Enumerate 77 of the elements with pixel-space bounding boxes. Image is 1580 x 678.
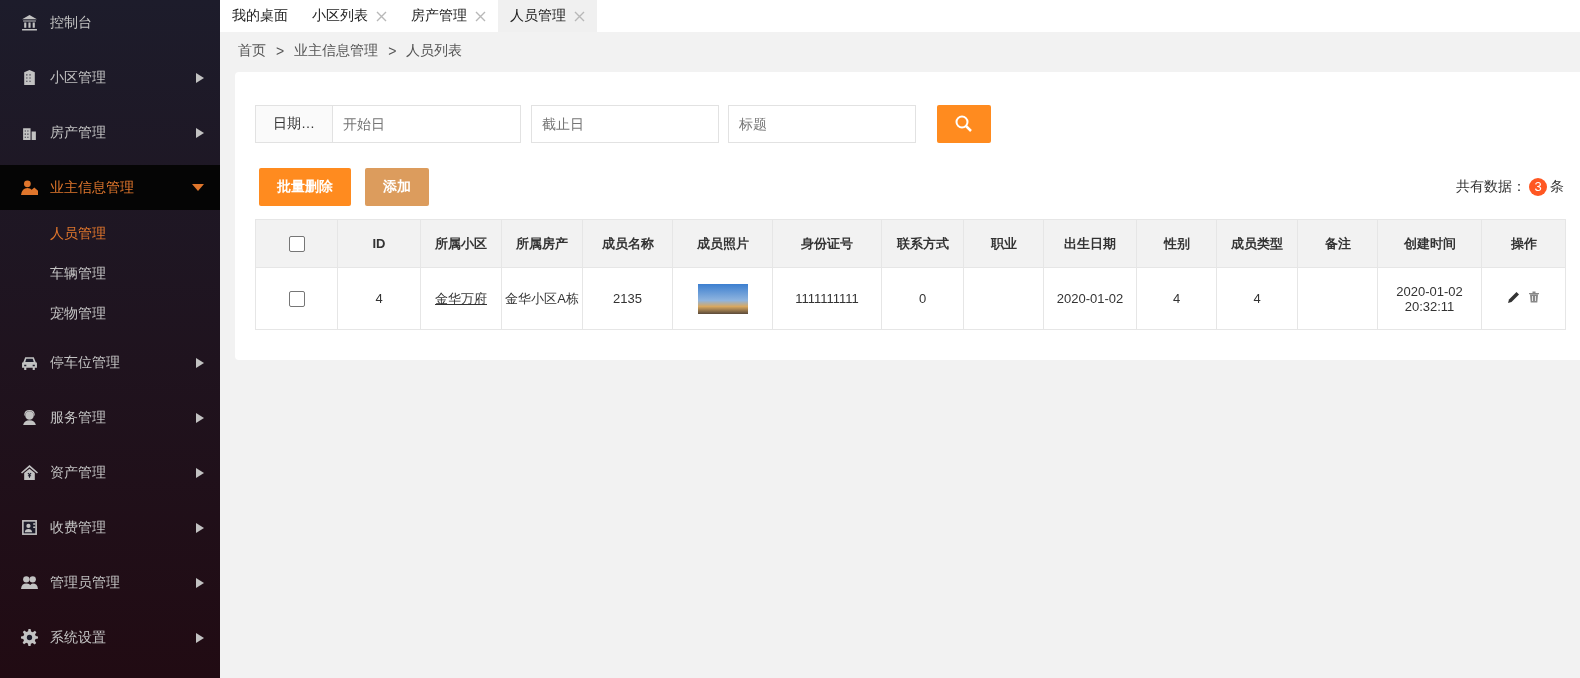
row-checkbox[interactable]: [288, 290, 305, 307]
caret-right-icon: [196, 72, 204, 83]
breadcrumb-link[interactable]: 业主信息管理: [294, 42, 379, 60]
table-cell: 1111111111: [795, 291, 859, 306]
breadcrumb-separator: >: [276, 43, 285, 59]
table-cell: 2020-01-02 20:32:11: [1396, 283, 1463, 314]
column-header: 创建时间: [1403, 235, 1456, 251]
bank-icon: [21, 14, 38, 31]
search-button[interactable]: [937, 105, 991, 143]
caret-right-icon: [196, 412, 204, 423]
date-label: 日期…: [255, 105, 333, 143]
column-header: 备注: [1324, 235, 1351, 251]
column-header: 所属房产: [516, 235, 568, 251]
sidebar-item[interactable]: 业主信息管理: [0, 165, 220, 210]
table-cell: 2135: [613, 291, 642, 306]
close-icon[interactable]: [376, 10, 387, 22]
photo-placeholder: [697, 283, 748, 314]
table-cell: 4: [1253, 291, 1261, 306]
column-header: ID: [372, 236, 386, 251]
count-badge: 3: [1529, 178, 1547, 196]
edit-icon[interactable]: [1507, 291, 1520, 303]
column-header: 成员照片: [696, 235, 749, 251]
close-icon[interactable]: [475, 10, 486, 22]
column-header: 成员名称: [601, 235, 654, 251]
input-field[interactable]: 截止日: [531, 105, 719, 143]
breadcrumb-link[interactable]: 人员列表: [406, 42, 463, 60]
sidebar-item[interactable]: 收费管理: [0, 505, 220, 550]
sidebar-item[interactable]: 控制台: [0, 0, 220, 45]
column-header: 出生日期: [1064, 235, 1116, 251]
column-header: 职业: [990, 235, 1017, 251]
caret-right-icon: [196, 467, 204, 478]
community-link[interactable]: 金华万府: [435, 290, 487, 306]
column-header: 成员类型: [1231, 235, 1283, 251]
breadcrumb-separator: >: [388, 43, 397, 59]
caret-right-icon: [196, 127, 204, 138]
total-unit: 条: [1550, 178, 1564, 196]
car-icon: [21, 354, 38, 371]
column-header: 性别: [1163, 235, 1190, 251]
tab[interactable]: 人员管理: [498, 0, 597, 32]
table-cell: 0: [918, 291, 927, 306]
caret-right-icon: [196, 577, 204, 588]
table-cell: 4: [1172, 291, 1181, 306]
caret-right-icon: [196, 522, 204, 533]
sidebar-item[interactable]: 房产管理: [0, 110, 220, 155]
select-all-checkbox[interactable]: [288, 235, 305, 252]
column-header: 操作: [1510, 235, 1537, 251]
column-header: 身份证号: [801, 235, 853, 251]
headset-person-icon: [21, 409, 38, 426]
contact-card-icon: [21, 519, 38, 536]
submenu-item[interactable]: 车辆管理: [0, 253, 220, 293]
table-cell: 金华小区A栋: [505, 290, 579, 306]
sidebar-item[interactable]: 服务管理: [0, 395, 220, 440]
column-header: 所属小区: [435, 235, 487, 251]
users-icon: [21, 574, 38, 591]
delete-icon[interactable]: [1527, 291, 1540, 303]
search-icon: [955, 115, 973, 133]
sidebar-item[interactable]: 停车位管理: [0, 340, 220, 385]
house-icon: [21, 464, 38, 481]
caret-down-icon: [192, 184, 204, 191]
submenu-item[interactable]: 宠物管理: [0, 293, 220, 333]
sidebar-item[interactable]: 小区管理: [0, 55, 220, 100]
sidebar-item[interactable]: 系统设置: [0, 615, 220, 660]
submenu-item[interactable]: 人员管理: [0, 213, 220, 253]
person-house-icon: [21, 179, 38, 196]
table-cell: 2020-01-02: [1056, 291, 1124, 306]
building-icon: [21, 69, 38, 86]
input-field[interactable]: 标题: [728, 105, 916, 143]
caret-right-icon: [196, 632, 204, 643]
sidebar-item[interactable]: 资产管理: [0, 450, 220, 495]
sidebar-item[interactable]: 管理员管理: [0, 560, 220, 605]
column-header: 联系方式: [896, 235, 949, 251]
total-label: 共有数据：: [1456, 178, 1526, 196]
input-field[interactable]: 开始日: [333, 105, 521, 143]
settings-icon: [21, 629, 38, 646]
breadcrumb-link[interactable]: 首页: [238, 42, 266, 60]
table-cell: 4: [375, 291, 383, 306]
caret-right-icon: [196, 357, 204, 368]
